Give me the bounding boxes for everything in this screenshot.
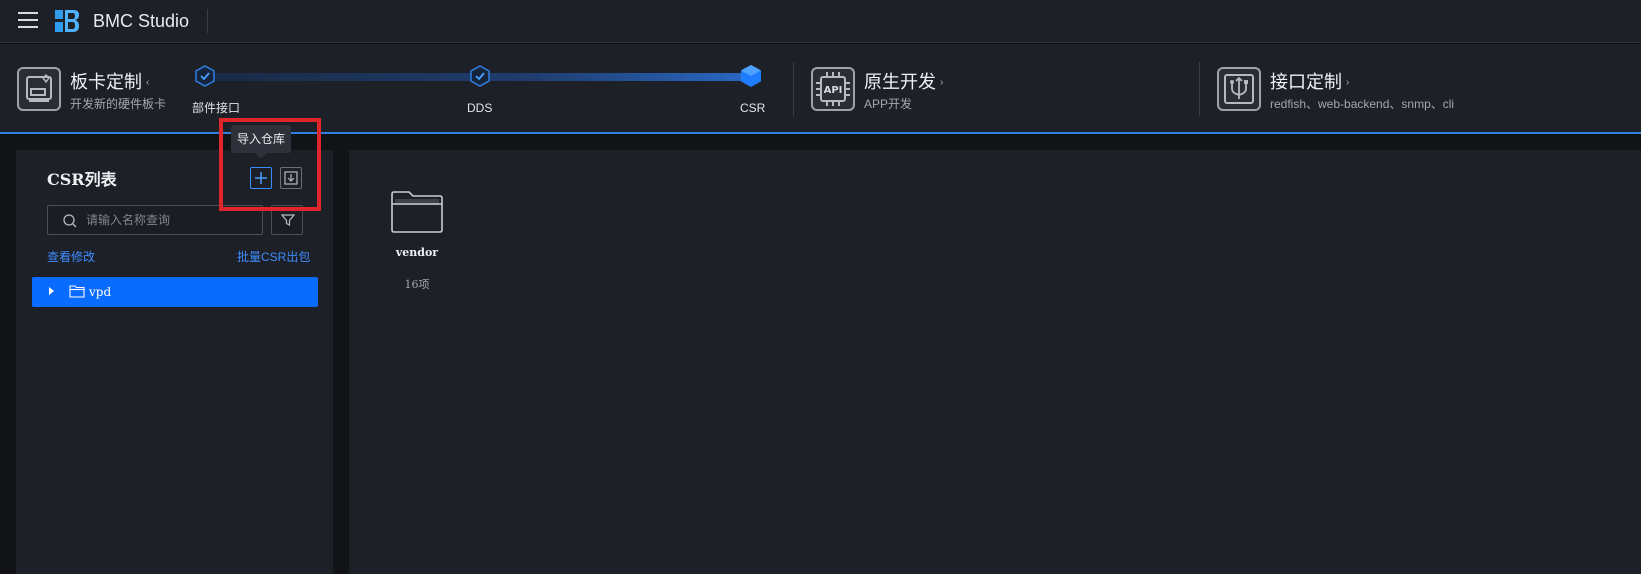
step-current-icon[interactable] bbox=[739, 64, 763, 88]
stage-title-board[interactable]: 板卡定制 ‹ bbox=[70, 71, 149, 94]
stage-divider bbox=[793, 62, 794, 116]
step-label[interactable]: CSR bbox=[740, 101, 765, 115]
search-input[interactable] bbox=[84, 210, 254, 230]
svg-text:API: API bbox=[824, 85, 843, 96]
caret-right-icon[interactable] bbox=[49, 287, 54, 295]
stage-divider bbox=[1199, 62, 1200, 116]
content-area: vendor 16项 bbox=[349, 150, 1641, 574]
view-changes-link[interactable]: 查看修改 bbox=[47, 250, 95, 264]
chevron-left-icon: ‹ bbox=[146, 77, 150, 89]
batch-export-link[interactable]: 批量CSR出包 bbox=[237, 250, 310, 264]
chevron-right-icon: › bbox=[1346, 77, 1350, 89]
folder-card[interactable] bbox=[389, 190, 447, 239]
stage-title-native[interactable]: 原生开发 › bbox=[864, 71, 943, 94]
filter-icon bbox=[281, 214, 295, 226]
search-icon bbox=[63, 214, 77, 228]
step-label[interactable]: 部件接口 bbox=[192, 101, 240, 115]
tree-item-label: vpd bbox=[89, 285, 112, 299]
csr-list-panel: CSR列表 查看修改 批量CSR出包 vpd bbox=[16, 150, 333, 574]
board-card-icon[interactable] bbox=[17, 67, 61, 111]
folder-item-count: 16项 bbox=[404, 278, 430, 291]
highlight-box bbox=[219, 118, 321, 211]
top-bar: BMC Studio bbox=[0, 0, 1641, 43]
panel-title: CSR列表 bbox=[47, 170, 117, 189]
api-chip-icon[interactable]: API bbox=[811, 67, 855, 111]
stage-subtitle-native: APP开发 bbox=[864, 97, 913, 111]
interface-usb-icon[interactable] bbox=[1217, 67, 1261, 111]
folder-icon[interactable] bbox=[389, 190, 445, 234]
stage-subtitle-board: 开发新的硬件板卡 bbox=[70, 97, 167, 111]
folder-name[interactable]: vendor bbox=[365, 246, 469, 259]
folder-icon bbox=[69, 285, 85, 298]
menu-icon[interactable] bbox=[18, 12, 38, 28]
title-divider bbox=[207, 9, 208, 33]
stage-title-interface[interactable]: 接口定制 › bbox=[1270, 71, 1349, 94]
bmc-logo-icon bbox=[55, 10, 79, 32]
step-label[interactable]: DDS bbox=[467, 101, 492, 115]
chevron-right-icon: › bbox=[940, 77, 944, 89]
tree-item-vpd[interactable]: vpd bbox=[32, 277, 318, 307]
stage-subtitle-interface: redfish、web-backend、snmp、cli bbox=[1270, 97, 1455, 111]
app-title: BMC Studio bbox=[93, 11, 190, 31]
step-done-icon[interactable] bbox=[469, 65, 491, 87]
step-done-icon[interactable] bbox=[194, 65, 216, 87]
